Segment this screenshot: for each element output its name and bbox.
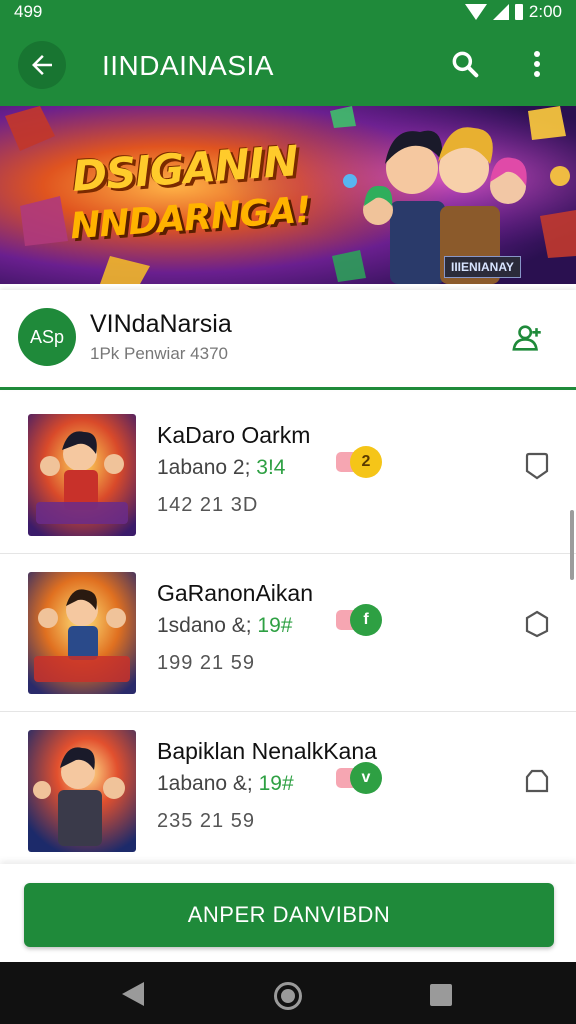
nav-recents-icon[interactable]: [430, 984, 452, 1006]
primary-action-button[interactable]: ANPER DANVIBDN: [24, 883, 554, 947]
game-stats: 142 21 3D: [157, 494, 259, 516]
game-thumbnail: [28, 730, 136, 852]
promo-banner[interactable]: DSIGANIN NNDARNGA! IIIENIANAY: [0, 106, 576, 284]
game-meta-highlight: 3!4: [256, 456, 286, 479]
channel-avatar: ASp: [18, 308, 76, 366]
more-vert-icon: [534, 51, 540, 77]
bottom-action-area: ANPER DANVIBDN: [0, 864, 576, 962]
search-button[interactable]: [445, 44, 485, 84]
game-title: KaDaro Oarkm: [157, 422, 311, 448]
bookmark-icon: [525, 610, 549, 638]
bookmark-button[interactable]: [522, 608, 552, 640]
badge-icon: 2: [350, 446, 382, 478]
status-time-left: 499: [14, 2, 43, 21]
list-item[interactable]: KaDaro Oarkm 1abano 2; 3!4 142 21 3D 2: [0, 396, 576, 554]
game-thumbnail: [28, 414, 136, 536]
game-meta-prefix: 1sdano &;: [157, 614, 252, 637]
more-options-button[interactable]: [520, 44, 554, 84]
list-item[interactable]: GaRanonAikan 1sdano &; 19# 199 21 59 f: [0, 554, 576, 712]
status-icons: 2:00: [464, 2, 562, 22]
bookmark-icon: [525, 769, 549, 793]
banner-badge: IIIENIANAY: [444, 256, 521, 278]
app-bar: IINDAINASIA: [0, 24, 576, 106]
channel-name: VINdaNarsia: [90, 310, 232, 338]
signal-icon: [492, 4, 509, 20]
add-person-icon: [512, 325, 541, 351]
game-meta: 1abano &; 19#: [157, 772, 294, 796]
game-meta-prefix: 1abano 2;: [157, 456, 251, 479]
game-title: GaRanonAikan: [157, 580, 313, 606]
bookmark-button[interactable]: [522, 450, 552, 482]
wifi-icon: [464, 4, 487, 20]
game-thumbnail: [28, 572, 136, 694]
nav-back-icon[interactable]: [122, 982, 144, 1006]
channel-header[interactable]: ASp VINdaNarsia 1Pk Penwiar 4370: [0, 290, 576, 390]
badge-icon: v: [350, 762, 382, 794]
game-badge: v: [336, 762, 382, 794]
game-meta: 1abano 2; 3!4: [157, 456, 285, 480]
search-icon: [452, 51, 479, 78]
game-stats: 199 21 59: [157, 652, 255, 674]
back-button[interactable]: [18, 41, 66, 89]
follow-button[interactable]: [508, 318, 548, 358]
game-badge: 2: [336, 446, 382, 478]
status-time-right: 2:00: [528, 2, 562, 21]
game-meta: 1sdano &; 19#: [157, 614, 292, 638]
battery-icon: [514, 4, 523, 20]
app-title: IINDAINASIA: [102, 50, 274, 81]
game-meta-highlight: 19#: [257, 614, 293, 637]
bookmark-icon: [525, 452, 549, 480]
list-item[interactable]: Bapiklan NenalkKana 1abano &; 19# 235 21…: [0, 712, 576, 864]
bookmark-button[interactable]: [522, 766, 552, 798]
status-bar: 499 2:00: [0, 0, 576, 24]
system-nav-bar: [0, 962, 576, 1024]
game-badge: f: [336, 604, 382, 636]
scrollbar[interactable]: [570, 510, 574, 580]
back-arrow-icon: [32, 55, 52, 75]
game-meta-prefix: 1abano &;: [157, 772, 253, 795]
game-meta-highlight: 19#: [258, 772, 294, 795]
badge-icon: f: [350, 604, 382, 636]
game-title: Bapiklan NenalkKana: [157, 738, 377, 764]
nav-home-icon[interactable]: [274, 982, 302, 1010]
channel-subtitle: 1Pk Penwiar 4370: [90, 344, 228, 363]
game-list: KaDaro Oarkm 1abano 2; 3!4 142 21 3D 2 G…: [0, 396, 576, 864]
game-stats: 235 21 59: [157, 810, 255, 832]
